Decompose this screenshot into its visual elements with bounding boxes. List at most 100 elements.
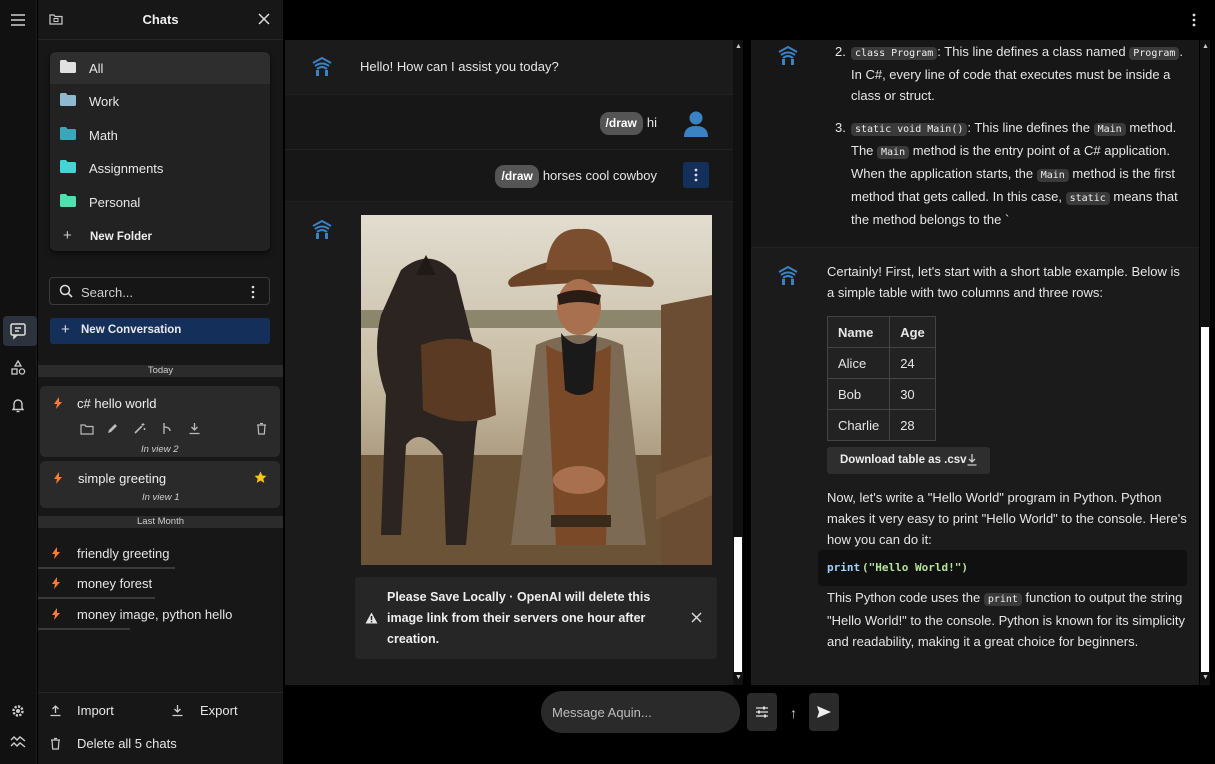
folder-label: Assignments	[89, 161, 164, 176]
conversation-item[interactable]: c# hello world In view 2	[40, 386, 280, 457]
conversation-title: friendly greeting	[77, 546, 170, 561]
bot-avatar-icon	[312, 56, 332, 76]
move-folder-icon[interactable]	[80, 423, 94, 435]
table-header: Age	[889, 316, 936, 348]
new-conversation-label: New Conversation	[81, 324, 182, 336]
lightning-icon	[54, 472, 62, 484]
inline-code: print	[983, 593, 1022, 606]
generated-cowboy-image[interactable]	[361, 215, 712, 565]
left-pane-scrollbar[interactable]: ▲ ▼	[733, 40, 743, 685]
folder-assignments[interactable]: Assignments	[50, 152, 270, 184]
folder-personal[interactable]: Personal	[50, 186, 270, 218]
scrollbar-thumb[interactable]	[734, 537, 742, 672]
user-avatar-icon	[684, 111, 708, 137]
message-input[interactable]: Message Aquin...	[541, 691, 740, 733]
text: : This line defines a class named	[937, 44, 1130, 59]
conversation-view-note: In view 2	[141, 444, 179, 455]
folder-icon	[60, 160, 76, 173]
message-text: horses cool cowboy	[542, 168, 657, 183]
table-cell: Bob	[826, 378, 891, 410]
new-folder-label: New Folder	[90, 231, 152, 243]
scroll-up-arrow-icon[interactable]: ▲	[735, 43, 742, 50]
search-placeholder: Search...	[81, 285, 134, 300]
send-button[interactable]	[809, 693, 839, 731]
bell-icon[interactable]	[8, 395, 28, 415]
collapse-icon[interactable]	[8, 732, 28, 752]
list-item-text: static void Main(): This line defines th…	[851, 117, 1187, 230]
command-tag: /draw	[599, 112, 643, 135]
magic-wand-icon[interactable]	[133, 422, 146, 435]
conversation-item[interactable]: money image, python hello	[38, 600, 283, 630]
settings-gear-icon[interactable]	[8, 701, 28, 721]
icon-rail	[0, 0, 37, 764]
conversation-item[interactable]: friendly greeting	[38, 539, 283, 569]
conversation-title: c# hello world	[77, 396, 157, 411]
search-input[interactable]: Search...	[49, 277, 270, 305]
code-block[interactable]: print ("Hello World!")	[818, 550, 1187, 586]
pencil-icon[interactable]	[106, 422, 119, 435]
top-bar	[283, 0, 1215, 40]
import-button[interactable]: Import	[48, 703, 158, 723]
download-icon[interactable]	[188, 422, 201, 435]
table-cell: 24	[889, 347, 936, 379]
code-function: print	[827, 561, 861, 574]
lightning-icon	[54, 397, 62, 409]
scroll-up-arrow-icon[interactable]: ▲	[1202, 43, 1209, 50]
scroll-down-arrow-icon[interactable]: ▼	[735, 674, 742, 681]
export-button[interactable]: Export	[170, 703, 270, 723]
scrollbar-thumb[interactable]	[1201, 327, 1209, 672]
star-icon[interactable]	[254, 471, 267, 484]
folder-icon	[60, 60, 76, 73]
folder-all[interactable]: All	[50, 52, 270, 84]
conversation-item[interactable]: simple greeting In view 1	[40, 461, 280, 508]
right-pane-scrollbar[interactable]: ▲ ▼	[1200, 40, 1210, 685]
assistant-message: 2. class Program: This line defines a cl…	[751, 40, 1199, 248]
sidebar-footer: Import Export Delete all 5 chats	[38, 692, 283, 764]
table-header: Name	[826, 316, 891, 348]
table-header-row: Name Age	[826, 316, 936, 348]
more-vert-icon[interactable]	[1192, 13, 1196, 27]
import-label: Import	[77, 703, 114, 718]
new-folder-button[interactable]: + New Folder	[50, 227, 270, 248]
folder-icon	[60, 194, 76, 207]
settings-sliders-button[interactable]	[747, 693, 777, 731]
shapes-icon[interactable]	[8, 358, 28, 378]
folder-math[interactable]: Math	[50, 119, 270, 151]
folder-label: Personal	[89, 195, 141, 210]
message-text: Now, let's write a "Hello World" program…	[827, 490, 1187, 547]
scroll-down-arrow-icon[interactable]: ▼	[1202, 674, 1209, 681]
close-icon[interactable]	[258, 13, 270, 25]
lightning-icon	[52, 608, 60, 620]
divider	[38, 597, 155, 599]
folder-label: Work	[89, 94, 120, 109]
menu-icon[interactable]	[8, 10, 28, 30]
more-vert-icon[interactable]	[251, 285, 255, 299]
delete-all-button[interactable]: Delete all 5 chats	[48, 736, 248, 756]
divider	[38, 628, 130, 630]
message-text: hi	[646, 115, 657, 130]
branch-icon[interactable]	[161, 422, 173, 435]
conversation-item[interactable]: money forest	[38, 569, 283, 599]
table-row: Alice 24	[826, 347, 936, 379]
delete-all-label: Delete all 5 chats	[77, 736, 177, 751]
section-header-today: Today	[38, 365, 283, 377]
download-icon	[967, 454, 977, 466]
folder-work[interactable]: Work	[50, 85, 270, 117]
folder-icon	[60, 127, 76, 140]
code-args: ("Hello World!")	[862, 561, 968, 574]
list-item-text: class Program: This line defines a class…	[851, 41, 1187, 106]
arrow-up-icon[interactable]: ↑	[790, 705, 797, 721]
table-row: Bob 30	[826, 378, 936, 410]
folder-menu: All Work Math Assignments Personal + New…	[50, 52, 270, 251]
conversation-title: money forest	[77, 576, 153, 591]
lightning-icon	[52, 547, 60, 559]
trash-icon[interactable]	[256, 422, 267, 435]
new-conversation-button[interactable]: + New Conversation	[50, 318, 270, 344]
inline-code: Main	[877, 146, 910, 159]
message-options-button[interactable]	[683, 162, 709, 188]
download-csv-label: Download table as .csv	[840, 454, 967, 466]
message-text: Certainly! First, let's start with a sho…	[827, 264, 1180, 300]
download-csv-button[interactable]: Download table as .csv	[827, 447, 990, 474]
close-icon[interactable]	[691, 612, 702, 623]
chat-pane-right: 2. class Program: This line defines a cl…	[751, 40, 1199, 685]
